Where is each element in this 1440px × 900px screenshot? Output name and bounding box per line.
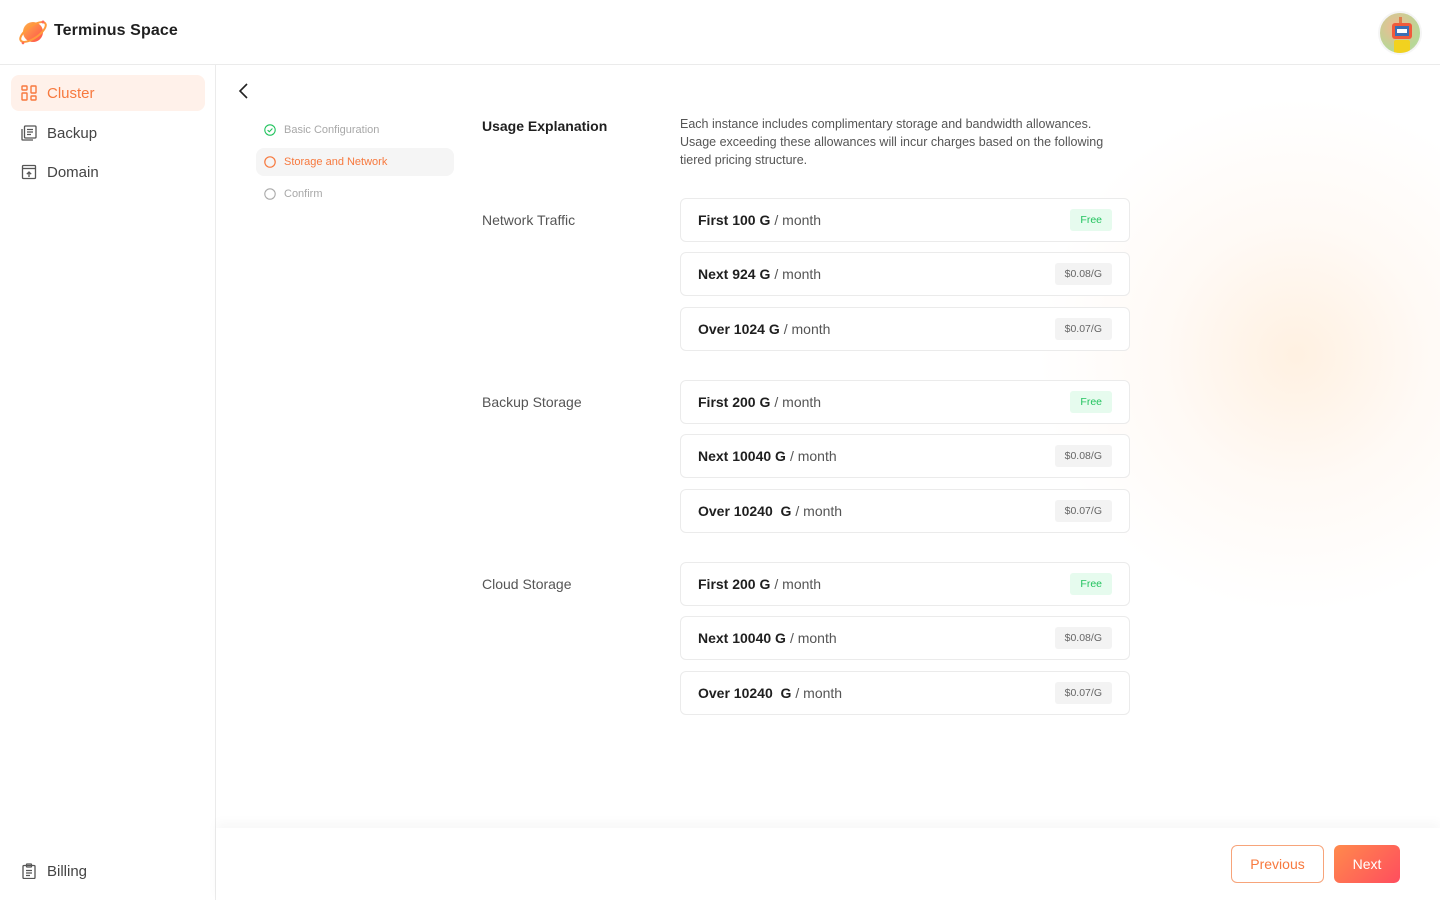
backup-icon (21, 125, 37, 141)
tier-row: Next 924 G / month $0.08/G (680, 252, 1130, 296)
section-label-backup-storage: Backup Storage (482, 394, 582, 410)
logo-icon (19, 20, 47, 45)
main-content: Basic Configuration Storage and Network … (216, 65, 1440, 900)
tier-row: Next 10040 G / month $0.08/G (680, 434, 1130, 478)
tier-unit: / month (783, 321, 831, 337)
price-badge: Free (1070, 573, 1112, 595)
background-glow (1036, 95, 1440, 615)
step-label: Storage and Network (284, 156, 388, 168)
tier-amount: Over 10240 G (698, 503, 792, 519)
tier-row: Over 10240 G / month $0.07/G (680, 489, 1130, 533)
sidebar-item-label: Backup (47, 124, 98, 142)
price-badge: $0.07/G (1054, 500, 1112, 522)
back-arrow-icon[interactable] (234, 81, 254, 101)
price-badge: Free (1070, 209, 1112, 231)
sidebar-item-billing[interactable]: Billing (11, 853, 205, 889)
tier-unit: / month (789, 448, 837, 464)
user-avatar[interactable] (1378, 11, 1422, 55)
grid-icon (21, 85, 37, 101)
previous-button[interactable]: Previous (1231, 845, 1324, 883)
section-label-cloud-storage: Cloud Storage (482, 576, 572, 592)
price-badge: $0.08/G (1054, 263, 1112, 285)
avatar-image (1392, 17, 1412, 53)
sidebar-item-label: Cluster (47, 84, 95, 102)
tier-unit: / month (789, 630, 837, 646)
section-label-network-traffic: Network Traffic (482, 212, 576, 228)
tier-row: Over 1024 G / month $0.07/G (680, 307, 1130, 351)
tier-row: First 200 G / month Free (680, 562, 1130, 606)
circle-icon (264, 156, 276, 168)
tier-row: First 200 G / month Free (680, 380, 1130, 424)
top-bar: Terminus Space (0, 0, 1440, 65)
price-badge: $0.08/G (1054, 445, 1112, 467)
tier-amount: First 200 G (698, 394, 771, 410)
price-badge: $0.08/G (1054, 627, 1112, 649)
step-storage-and-network[interactable]: Storage and Network (256, 148, 454, 176)
tier-amount: First 200 G (698, 576, 771, 592)
price-badge: $0.07/G (1054, 682, 1112, 704)
price-badge: Free (1070, 391, 1112, 413)
app-title: Terminus Space (54, 22, 178, 39)
tier-amount: Next 10040 G (698, 448, 786, 464)
domain-icon (21, 164, 37, 180)
sidebar: Cluster Backup Domain Billing (0, 65, 216, 900)
tier-unit: / month (795, 685, 843, 701)
tier-amount: Next 924 G (698, 266, 771, 282)
usage-description: Each instance includes complimentary sto… (680, 117, 1104, 167)
tier-unit: / month (774, 394, 822, 410)
sidebar-item-label: Billing (47, 862, 88, 880)
step-label: Basic Configuration (284, 124, 380, 136)
tier-amount: Next 10040 G (698, 630, 786, 646)
circle-icon (264, 188, 276, 200)
clipboard-icon (21, 863, 37, 879)
check-circle-icon (264, 124, 276, 136)
next-button[interactable]: Next (1334, 845, 1400, 883)
tier-row: Next 10040 G / month $0.08/G (680, 616, 1130, 660)
tier-unit: / month (774, 266, 822, 282)
step-confirm[interactable]: Confirm (256, 180, 454, 208)
sidebar-item-label: Domain (47, 163, 99, 181)
step-basic-configuration[interactable]: Basic Configuration (256, 116, 454, 144)
tier-row: Over 10240 G / month $0.07/G (680, 671, 1130, 715)
footer-bar: Previous Next (216, 828, 1440, 900)
tier-unit: / month (795, 503, 843, 519)
usage-title: Usage Explanation (482, 118, 608, 134)
sidebar-item-domain[interactable]: Domain (11, 154, 205, 190)
tier-unit: / month (774, 576, 822, 592)
tier-row: First 100 G / month Free (680, 198, 1130, 242)
sidebar-item-backup[interactable]: Backup (11, 115, 205, 151)
price-badge: $0.07/G (1054, 318, 1112, 340)
tier-unit: / month (774, 212, 822, 228)
sidebar-item-cluster[interactable]: Cluster (11, 75, 205, 111)
tier-amount: Over 1024 G (698, 321, 780, 337)
step-label: Confirm (284, 188, 323, 200)
tier-amount: Over 10240 G (698, 685, 792, 701)
tier-amount: First 100 G (698, 212, 771, 228)
